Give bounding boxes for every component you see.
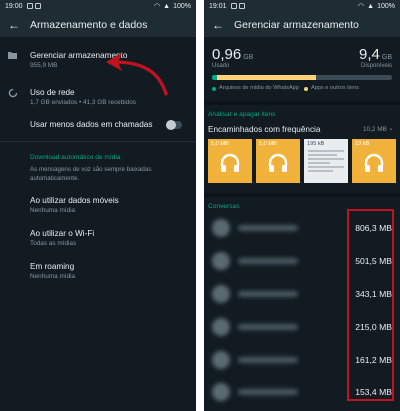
status-bar: 19:00 ◠ ▲ 100%	[0, 0, 196, 12]
used-value: 0,96	[212, 46, 242, 63]
auto-download-header: Download automático de mídia	[30, 154, 121, 161]
legend-apps: Apps e outros itens	[311, 85, 359, 91]
used-unit: GB	[243, 54, 254, 61]
less-data-calls-item[interactable]: Usar menos dados em chamadas	[0, 119, 196, 130]
page-title: Armazenamento e dados	[30, 18, 148, 31]
back-arrow-icon[interactable]: ←	[212, 18, 234, 32]
free-value: 9,4	[359, 46, 380, 63]
app-bar: ← Armazenamento e dados	[0, 12, 196, 37]
avatar	[212, 219, 230, 238]
wifi-icon: ◠	[154, 3, 161, 10]
roaming-item[interactable]: Em roaming Nenhuma mídia	[0, 261, 196, 281]
media-thumbnail[interactable]: 5,0 MB	[256, 139, 300, 183]
signal-icon: ▲	[367, 2, 375, 10]
storage-bar	[212, 75, 392, 80]
divider	[204, 193, 400, 197]
mobile-data-title: Ao utilizar dados móveis	[30, 196, 119, 205]
folder-icon	[8, 50, 30, 62]
back-arrow-icon[interactable]: ←	[8, 18, 30, 32]
status-bar: 19:01 ◠ ▲ 100%	[204, 0, 400, 12]
less-data-toggle[interactable]	[166, 120, 182, 130]
storage-and-data-screen: 19:00 ◠ ▲ 100% ← Armazenamento e dados G…	[0, 0, 196, 411]
media-thumbnail[interactable]: 5,0 MB	[208, 139, 252, 183]
wifi-value: Todas as mídias	[30, 240, 77, 247]
chat-name-blurred	[238, 356, 298, 363]
battery-level: 100%	[377, 2, 395, 10]
forwarded-title: Encaminhados com frequência	[208, 125, 321, 134]
mobile-data-value: Nenhuma mídia	[30, 207, 76, 214]
roaming-title: Em roaming	[30, 262, 75, 271]
red-arrow-annotation	[106, 53, 168, 96]
media-thumbnail[interactable]: 13 kB	[352, 139, 396, 183]
voice-messages-note: As mensagens de voz são sempre baixadas …	[30, 166, 152, 182]
status-time: 19:00	[5, 2, 23, 10]
chat-name-blurred	[238, 323, 298, 330]
roaming-value: Nenhuma mídia	[30, 273, 76, 280]
forwarded-row[interactable]: Encaminhados com frequência 10,2 MB ›	[204, 118, 400, 139]
notification-icons	[26, 3, 41, 9]
status-right: ◠ ▲ 100%	[358, 2, 395, 11]
document-thumbnail[interactable]: 195 kB	[304, 139, 348, 183]
storage-summary: 0,96 GB Usado 9,4 GB Disponíveis	[204, 37, 400, 69]
forwarded-thumbnails: 5,0 MB 5,0 MB 195 kB 13 kB	[204, 139, 400, 183]
data-usage-icon	[8, 87, 30, 101]
page-title: Gerenciar armazenamento	[234, 18, 359, 31]
status-time: 19:01	[209, 2, 227, 10]
wifi-title: Ao utilizar o Wi-Fi	[30, 229, 95, 238]
chat-name-blurred	[238, 389, 298, 396]
forwarded-size: 10,2 MB	[363, 126, 387, 133]
avatar	[212, 284, 230, 303]
app-bar: ← Gerenciar armazenamento	[204, 12, 400, 37]
signal-icon: ▲	[163, 2, 171, 10]
headphones-icon	[364, 153, 384, 172]
notification-icons	[230, 3, 245, 9]
apps-usage-fill	[217, 75, 317, 80]
legend-whatsapp: Arquivos de mídia do WhatsApp	[219, 85, 299, 91]
avatar	[212, 252, 230, 271]
free-label: Disponíveis	[360, 63, 392, 69]
chat-name-blurred	[238, 225, 298, 232]
divider	[0, 141, 196, 142]
used-label: Usado	[212, 63, 230, 69]
document-preview	[308, 150, 344, 174]
mobile-data-item[interactable]: Ao utilizar dados móveis Nenhuma mídia	[0, 195, 196, 215]
wifi-icon: ◠	[358, 3, 365, 10]
manage-storage-screen: 19:01 ◠ ▲ 100% ← Gerenciar armazenamento…	[204, 0, 400, 411]
avatar	[212, 350, 230, 369]
storage-legend: Arquivos de mídia do WhatsApp Apps e out…	[204, 80, 400, 92]
avatar	[212, 383, 230, 402]
chat-name-blurred	[238, 258, 298, 265]
less-data-calls-label: Usar menos dados em chamadas	[30, 120, 153, 129]
avatar	[212, 317, 230, 336]
chat-name-blurred	[238, 290, 298, 297]
divider	[204, 101, 400, 105]
battery-level: 100%	[173, 2, 191, 10]
wifi-item[interactable]: Ao utilizar o Wi-Fi Todas as mídias	[0, 228, 196, 248]
status-right: ◠ ▲ 100%	[154, 2, 191, 11]
chevron-right-icon: ›	[389, 126, 392, 133]
free-unit: GB	[381, 54, 392, 61]
headphones-icon	[220, 153, 240, 172]
headphones-icon	[268, 153, 288, 172]
review-header: Analisar e apagar itens	[208, 111, 276, 118]
red-highlight-box	[347, 209, 394, 401]
